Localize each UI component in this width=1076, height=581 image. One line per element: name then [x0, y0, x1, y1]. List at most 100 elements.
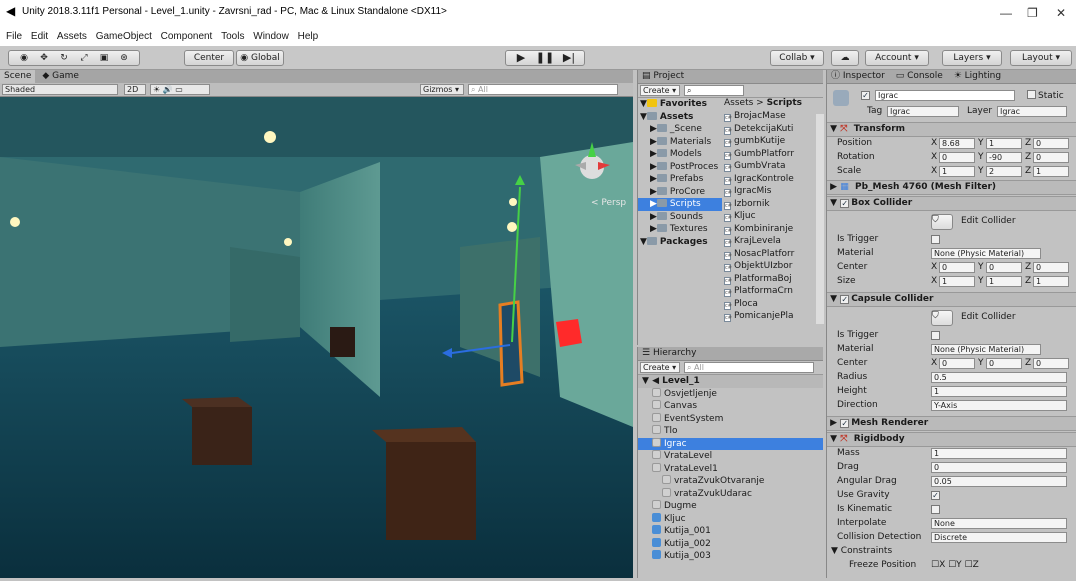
transform-header[interactable]: ▼ ⤧ Transform [827, 122, 1076, 137]
script-file-item[interactable]: c# Ploca [724, 298, 820, 311]
scene-toggles[interactable]: ☀ 🔊 ▭ [150, 84, 210, 95]
script-file-item[interactable]: c# PlatformaCrn [724, 285, 820, 298]
pause-icon[interactable]: ❚❚ [533, 51, 557, 65]
script-file-item[interactable]: c# Izbornik [724, 198, 820, 211]
2d-toggle[interactable]: 2D [124, 84, 146, 95]
rigidbody-collision-detection-input[interactable]: Discrete [931, 532, 1067, 543]
hierarchy-item[interactable]: VrataLevel [638, 450, 823, 463]
capsule-height-input[interactable]: 1 [931, 386, 1067, 397]
menu-window[interactable]: Window [253, 31, 289, 42]
scene-search-input[interactable]: ⌕ All [468, 84, 618, 95]
menu-component[interactable]: Component [161, 31, 213, 42]
hierarchy-item[interactable]: vrataZvukUdarac [638, 487, 823, 501]
project-folder-item[interactable]: ▶ _Scene [638, 123, 722, 136]
project-folder-item[interactable]: ▶ PostProces [638, 161, 722, 174]
script-file-item[interactable]: c# BrojacMase [724, 110, 820, 123]
hierarchy-item[interactable]: EventSystem [638, 412, 823, 426]
box-material-input[interactable]: None (Physic Material) [931, 248, 1041, 259]
script-file-item[interactable]: c# Kljuc [724, 210, 820, 223]
rigidbody-drag-input[interactable]: 0 [931, 462, 1067, 473]
script-file-item[interactable]: c# KrajLevela [724, 235, 820, 248]
rotation-z-input[interactable]: 0 [1033, 152, 1069, 163]
hierarchy-item[interactable]: Kljuc [638, 512, 823, 526]
close-icon[interactable]: ✕ [1056, 6, 1066, 20]
scale-z-input[interactable]: 1 [1033, 166, 1069, 177]
hierarchy-item[interactable]: vrataZvukOtvaranje [638, 475, 823, 488]
script-file-item[interactable]: c# GumbVrata [724, 160, 820, 173]
layout-dropdown[interactable]: Layout ▾ [1010, 50, 1072, 66]
rigidbody-angular-drag-input[interactable]: 0.05 [931, 476, 1067, 487]
mesh-renderer-enable-checkbox[interactable]: ✓ [840, 419, 850, 428]
tab-game[interactable]: ◆ Game [38, 70, 83, 83]
script-file-item[interactable]: c# IgracKontrole [724, 173, 820, 186]
collab-button[interactable]: Collab ▾ [770, 50, 824, 66]
hierarchy-item[interactable]: Canvas [638, 400, 823, 413]
rotate-tool-icon[interactable]: ↻ [54, 51, 74, 65]
scene-root-row[interactable]: ▼ ◀ Level_1 [638, 375, 823, 388]
rigidbody-is-kinematic-checkbox[interactable] [931, 505, 940, 514]
position-z-input[interactable]: 0 [1033, 138, 1069, 149]
capsule-center-y-input[interactable]: 0 [986, 358, 1022, 369]
constraints-label[interactable]: ▼ Constraints [831, 546, 892, 556]
project-folder-item[interactable]: ▶ Materials [638, 136, 722, 149]
script-file-item[interactable]: c# IgracMis [724, 185, 820, 198]
project-folder-item[interactable]: ▼ Favorites [638, 98, 722, 111]
cloud-icon[interactable]: ☁ [831, 50, 859, 66]
play-icon[interactable]: ▶ [509, 51, 533, 65]
rotation-x-input[interactable]: 0 [939, 152, 975, 163]
mesh-renderer-header[interactable]: ▶ ✓ Mesh Renderer [827, 416, 1076, 431]
pivot-center-button[interactable]: Center [184, 50, 234, 66]
gizmos-dropdown[interactable]: Gizmos ▾ [420, 84, 464, 95]
mesh-filter-header[interactable]: ▶ ▦ Pb_Mesh 4760 (Mesh Filter) [827, 180, 1076, 195]
tab-inspector[interactable]: ⓘ Inspector [831, 71, 885, 81]
box-edit-collider-icon[interactable]: ⛉ [931, 214, 953, 230]
space-global-button[interactable]: ◉ Global [236, 50, 284, 66]
menu-edit[interactable]: Edit [31, 31, 48, 42]
hierarchy-item[interactable]: Kutija_003 [638, 550, 823, 563]
box-size-z-input[interactable]: 1 [1033, 276, 1069, 287]
box-center-z-input[interactable]: 0 [1033, 262, 1069, 273]
rect-tool-icon[interactable]: ▣ [94, 51, 114, 65]
breadcrumb-leaf[interactable]: Scripts [767, 98, 802, 108]
script-file-item[interactable]: c# GumbPlatforr [724, 148, 820, 161]
capsule-collider-enable-checkbox[interactable]: ✓ [840, 295, 850, 304]
rotation-y-input[interactable]: -90 [986, 152, 1022, 163]
hierarchy-item[interactable]: Igrac [638, 437, 823, 450]
project-folder-item[interactable]: ▶ Models [638, 148, 722, 161]
hierarchy-item[interactable]: Tlo [638, 425, 823, 438]
active-checkbox[interactable]: ✓ [861, 91, 870, 100]
menu-assets[interactable]: Assets [57, 31, 87, 42]
position-y-input[interactable]: 1 [986, 138, 1022, 149]
scale-tool-icon[interactable]: ⤢ [74, 51, 94, 65]
static-checkbox[interactable]: Static [1027, 90, 1064, 101]
step-icon[interactable]: ▶| [557, 51, 581, 65]
project-folder-item[interactable]: ▶ Prefabs [638, 173, 722, 186]
project-folder-item[interactable]: ▶ Sounds [638, 211, 722, 224]
project-scrollbar[interactable] [816, 114, 824, 324]
project-folder-item[interactable]: ▶ Textures [638, 223, 722, 236]
menu-tools[interactable]: Tools [221, 31, 244, 42]
box-collider-header[interactable]: ▼ ✓ Box Collider [827, 196, 1076, 211]
account-dropdown[interactable]: Account ▾ [865, 50, 929, 66]
project-folder-item[interactable]: ▶ ProCore [638, 186, 722, 199]
box-center-x-input[interactable]: 0 [939, 262, 975, 273]
box-center-y-input[interactable]: 0 [986, 262, 1022, 273]
box-collider-enable-checkbox[interactable]: ✓ [840, 199, 850, 208]
project-folder-item[interactable]: ▼ Assets [638, 111, 722, 124]
hierarchy-item[interactable]: VrataLevel1 [638, 462, 823, 476]
minimize-icon[interactable]: — [1000, 6, 1012, 20]
hierarchy-create-dropdown[interactable]: Create ▾ [640, 362, 680, 373]
script-file-item[interactable]: c# DetekcijaKuti [724, 123, 820, 136]
rigidbody-interpolate-input[interactable]: None [931, 518, 1067, 529]
combined-tool-icon[interactable]: ⊛ [114, 51, 134, 65]
script-file-item[interactable]: c# Kombiniranje [724, 223, 820, 236]
tab-lighting[interactable]: ☀ Lighting [954, 71, 1001, 81]
hierarchy-item[interactable]: Dugme [638, 500, 823, 513]
capsule-direction-input[interactable]: Y-Axis [931, 400, 1067, 411]
freeze-position-axes[interactable]: ☐X ☐Y ☐Z [931, 560, 979, 570]
box-size-y-input[interactable]: 1 [986, 276, 1022, 287]
tab-console[interactable]: ▭ Console [896, 71, 943, 81]
scene-viewport[interactable]: < Persp [0, 97, 633, 578]
breadcrumb-root[interactable]: Assets [724, 98, 753, 108]
hierarchy-search-input[interactable]: ⌕ All [684, 362, 814, 373]
